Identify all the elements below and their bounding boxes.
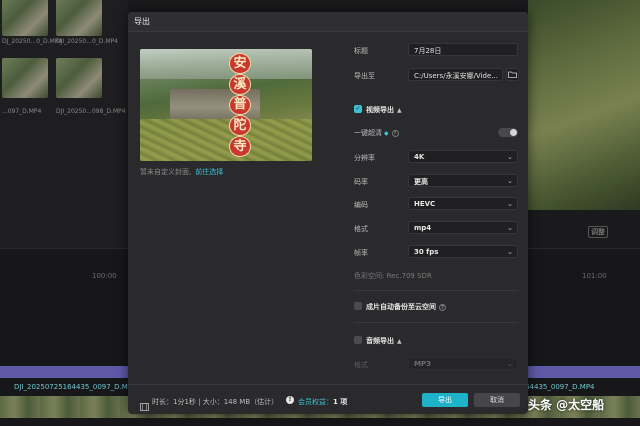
dialog-title: 导出 [134,17,150,26]
media-filename: DJI_20250...0_D.MP4 [56,38,118,45]
codec-label: 编码 [354,201,368,209]
framerate-select[interactable]: 30 fps ⌄ [408,245,518,258]
chevron-down-icon: ⌄ [507,200,513,208]
media-thumbnail[interactable] [56,0,102,36]
cover-sky [140,49,312,79]
chevron-down-icon: ⌄ [507,224,513,232]
member-benefits-value: 1 项 [333,398,348,406]
chevron-down-icon: ⌄ [507,177,513,185]
video-export-section-title[interactable]: 视频导出 ▲ [366,105,402,115]
bitrate-value: 更高 [414,178,428,186]
export-info: 时长：1分1秒 | 大小：148 MB（估计） [152,398,279,406]
colorspace-value: Rec.709 SDR [386,272,432,280]
format-select[interactable]: mp4 ⌄ [408,221,518,234]
chevron-down-icon: ⌄ [507,360,513,368]
media-filename: DJ_20250...0_D.MP4 [2,38,63,45]
chevron-up-icon: ▲ [397,338,402,345]
info-icon: ! [286,396,294,404]
toggle-knob [510,129,517,136]
export-to-label: 导出至 [354,72,375,80]
chevron-down-icon: ⌄ [507,153,513,161]
export-button[interactable]: 导出 [422,393,468,407]
media-thumbnail[interactable] [2,58,48,98]
resolution-value: 4K [414,153,425,161]
colorspace-label: 色彩空间: Rec.709 SDR [354,271,432,281]
timeline-clip-name: DJI_20250725164435_0097_D.MP4 [14,383,137,391]
cover-title-char: 安 [229,53,251,74]
dialog-footer: 时长：1分1秒 | 大小：148 MB（估计） ! 会员权益：1 项 导出 取消 [128,384,528,414]
media-thumbnail[interactable] [2,0,48,36]
cover-hint-text: 暂未自定义封面, [140,168,192,176]
cover-title-banner: 安 溪 普 陀 寺 [228,53,252,157]
audio-export-checkbox[interactable] [354,336,362,344]
audio-export-section-title[interactable]: 音频导出 ▲ [366,336,402,346]
codec-value: HEVC [414,200,436,208]
codec-select[interactable]: HEVC ⌄ [408,197,518,210]
diamond-icon: ◆ [384,130,389,137]
video-export-label: 视频导出 [366,106,394,114]
framerate-value: 30 fps [414,248,439,256]
help-icon[interactable]: ? [391,129,399,137]
title-label: 标题 [354,47,368,55]
media-filename: DJI_20250...098_D.MP4 [56,108,126,115]
colorspace-label-text: 色彩空间: [354,272,385,280]
format-value: mp4 [414,224,432,232]
format-label: 格式 [354,225,368,233]
media-library-panel: DJ_20250...0_D.MP4 DJI_20250...0_D.MP4 .… [0,0,128,248]
one-click-hd-toggle[interactable] [498,128,518,137]
framerate-label: 帧率 [354,249,368,257]
cover-title-char: 寺 [229,136,251,157]
chevron-up-icon: ▲ [397,107,402,114]
media-filename: ...097_D.MP4 [2,108,42,115]
timeline-ruler-tick: 100:00 [92,272,117,280]
audio-format-value: MP3 [414,360,431,368]
cover-title-char: 溪 [229,73,251,95]
audio-export-label: 音频导出 [366,337,394,345]
chevron-down-icon: ⌄ [507,248,513,256]
video-editor-app: DJ_20250...0_D.MP4 DJI_20250...0_D.MP4 .… [0,0,640,426]
bitrate-label: 码率 [354,178,368,186]
audio-format-label: 格式 [354,361,368,369]
title-input[interactable]: 7月28日 [408,43,518,56]
video-export-checkbox[interactable]: ✓ [354,105,362,113]
section-divider [354,290,518,291]
help-icon[interactable]: ? [439,303,446,311]
export-path-input[interactable]: C:/Users/永溪安娜/Vide... [408,68,503,81]
bitrate-select[interactable]: 更高 ⌄ [408,174,518,187]
member-benefits-label: 会员权益： [298,398,333,406]
media-thumbnail[interactable] [56,58,102,98]
one-click-hd-label: 一键超清 ◆? [354,128,399,138]
cover-title-char: 普 [229,94,251,116]
cloud-backup-text: 成片自动备份至云空间 [366,303,436,311]
folder-icon[interactable] [506,68,519,81]
watermark: 头条 @太空船 [528,398,605,412]
preview-adjust-button[interactable]: 调整 [588,226,608,238]
cancel-button[interactable]: 取消 [474,393,520,407]
dialog-header: 导出 [128,12,528,32]
cover-preview-image[interactable]: 安 溪 普 陀 寺 [140,49,312,161]
cover-hint: 暂未自定义封面, 前往选择 [140,167,223,177]
choose-cover-link[interactable]: 前往选择 [195,168,223,176]
resolution-label: 分辨率 [354,154,375,162]
timeline-ruler-tick: 101:00 [582,272,607,280]
video-preview-area [528,0,640,210]
export-dialog: 导出 安 溪 普 陀 寺 暂未自定义封面, 前往选择 标题 7月28日 导出至 C… [128,12,528,414]
cover-title-char: 陀 [229,115,251,137]
member-benefits: 会员权益：1 项 [298,397,347,407]
audio-format-select: MP3 ⌄ [408,357,518,370]
resolution-select[interactable]: 4K ⌄ [408,150,518,163]
one-click-hd-text: 一键超清 [354,129,382,137]
cloud-backup-checkbox[interactable] [354,302,362,310]
cloud-backup-label[interactable]: 成片自动备份至云空间? [366,302,446,312]
cover-tea-field [140,119,312,161]
film-icon [140,396,149,415]
section-divider [354,322,518,323]
